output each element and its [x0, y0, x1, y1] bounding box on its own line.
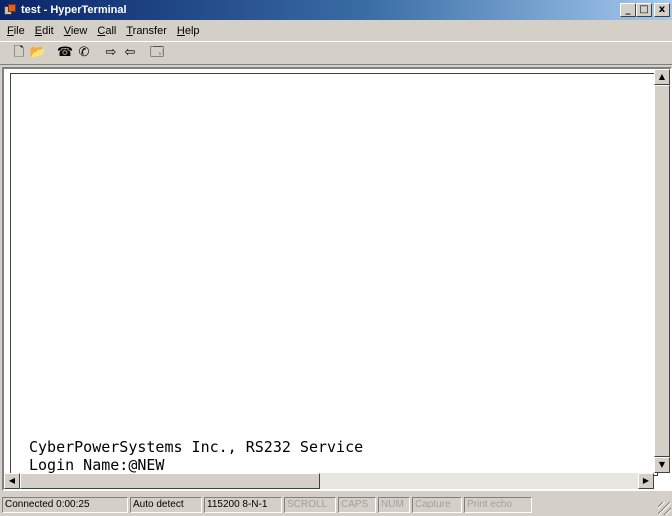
menu-call[interactable]: Call: [92, 25, 121, 37]
disconnect-button[interactable]: ✆: [75, 44, 93, 62]
vertical-scrollbar[interactable]: ▲ ▼: [654, 69, 670, 473]
menu-transfer[interactable]: Transfer: [121, 25, 172, 37]
send-button[interactable]: ⇨: [102, 44, 120, 62]
terminal-client-area: CyberPowerSystems Inc., RS232 Service Lo…: [2, 67, 672, 491]
status-capture: Capture: [412, 497, 462, 513]
open-folder-icon: 📂: [29, 45, 47, 60]
title-bar: test - HyperTerminal _ □ x: [0, 0, 672, 20]
terminal-line-banner: CyberPowerSystems Inc., RS232 Service: [29, 438, 364, 456]
scroll-left-button[interactable]: ◀: [4, 473, 20, 489]
minimize-button[interactable]: _: [620, 3, 636, 17]
new-document-icon: 🗋: [13, 45, 25, 60]
menu-bar: File Edit View Call Transfer Help: [0, 21, 672, 40]
close-button[interactable]: x: [654, 3, 670, 17]
status-emulation: Auto detect: [130, 497, 202, 513]
horizontal-scrollbar[interactable]: ◀ ▶: [4, 473, 654, 489]
up-arrow-icon: ▲: [658, 72, 666, 81]
maximize-button[interactable]: □: [636, 3, 652, 17]
status-bar: Connected 0:00:25 Auto detect 115200 8-N…: [0, 494, 672, 516]
status-caps: CAPS: [338, 497, 376, 513]
window-title: test - HyperTerminal: [21, 4, 127, 16]
terminal-screen[interactable]: CyberPowerSystems Inc., RS232 Service Lo…: [10, 73, 658, 476]
properties-icon: 🗔: [149, 45, 165, 60]
scroll-up-button[interactable]: ▲: [654, 69, 670, 85]
status-print-echo: Print echo: [464, 497, 532, 513]
scroll-down-button[interactable]: ▼: [654, 457, 670, 473]
toolbar: 🗋 📂 ☎ ✆ ⇨ ⇦ 🗔: [0, 41, 672, 65]
call-button[interactable]: ☎: [56, 44, 74, 62]
hyperterminal-app-icon[interactable]: [3, 3, 17, 17]
menu-edit[interactable]: Edit: [30, 25, 59, 37]
new-connection-button[interactable]: 🗋: [10, 44, 28, 62]
receive-button[interactable]: ⇦: [121, 44, 139, 62]
status-connected: Connected 0:00:25: [2, 497, 128, 513]
vertical-scroll-thumb[interactable]: [654, 85, 670, 457]
down-arrow-icon: ▼: [658, 460, 666, 469]
resize-grip-icon[interactable]: [658, 502, 671, 515]
left-arrow-icon: ◀: [8, 476, 16, 485]
menu-help[interactable]: Help: [172, 25, 205, 37]
scroll-right-button[interactable]: ▶: [638, 473, 654, 489]
receive-file-icon: ⇦: [124, 45, 136, 60]
status-scroll: SCROLL: [284, 497, 336, 513]
phone-icon: ☎: [56, 45, 74, 60]
status-num: NUM: [378, 497, 410, 513]
status-port-settings: 115200 8-N-1: [204, 497, 282, 513]
menu-file[interactable]: File: [2, 25, 30, 37]
open-button[interactable]: 📂: [29, 44, 47, 62]
right-arrow-icon: ▶: [642, 476, 650, 485]
properties-button[interactable]: 🗔: [148, 44, 166, 62]
horizontal-scroll-thumb[interactable]: [20, 473, 320, 489]
terminal-line-login: Login Name:@NEW: [29, 456, 165, 474]
send-file-icon: ⇨: [105, 45, 117, 60]
hang-up-icon: ✆: [78, 45, 90, 60]
menu-view[interactable]: View: [59, 25, 93, 37]
